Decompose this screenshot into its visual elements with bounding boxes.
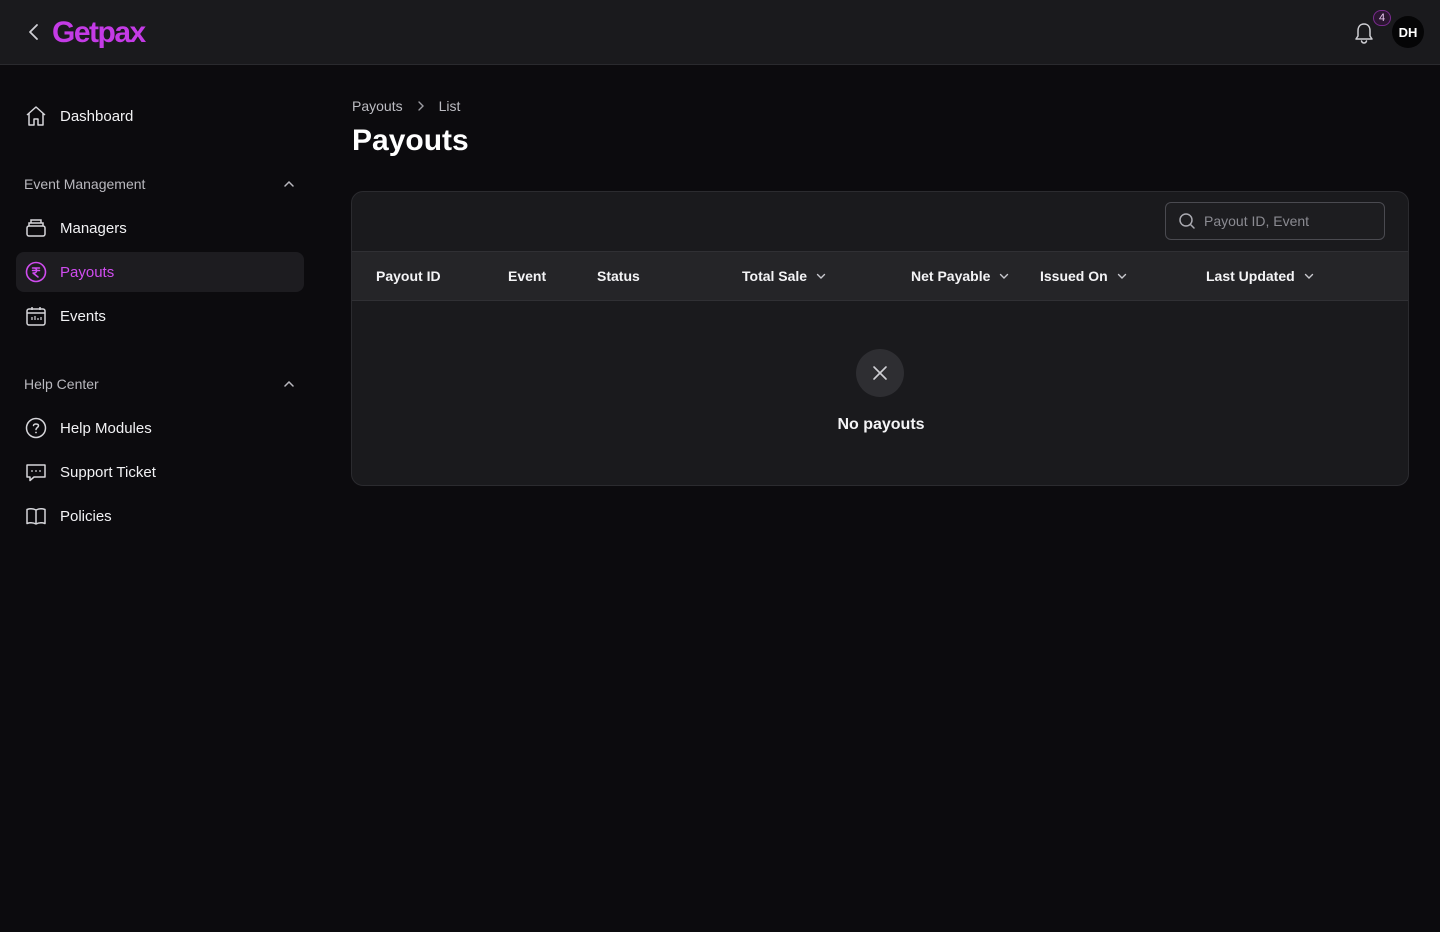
stack-icon (24, 216, 48, 240)
sidebar-item-managers[interactable]: Managers (16, 208, 304, 248)
sidebar-item-label: Managers (60, 219, 127, 237)
column-payout-id: Payout ID (376, 252, 441, 300)
column-label: Event (508, 268, 547, 284)
column-label: Last Updated (1206, 268, 1295, 284)
sidebar-item-label: Policies (60, 507, 112, 525)
column-status: Status (597, 252, 640, 300)
sidebar-item-label: Dashboard (60, 107, 134, 125)
book-icon (24, 504, 48, 528)
sidebar-item-label: Events (60, 307, 106, 325)
column-label: Status (597, 268, 640, 284)
column-net-payable[interactable]: Net Payable (911, 252, 1010, 300)
column-label: Payout ID (376, 268, 441, 284)
column-event: Event (508, 252, 546, 300)
search-icon (1179, 213, 1195, 229)
sidebar-item-policies[interactable]: Policies (16, 496, 304, 536)
question-circle-icon (24, 416, 48, 440)
home-icon (24, 104, 48, 128)
breadcrumb-link-payouts[interactable]: Payouts (352, 98, 403, 114)
sidebar-item-label: Payouts (60, 263, 115, 281)
chevron-down-icon (1116, 270, 1128, 282)
payouts-table-card: Payout ID Event Status Total Sale Net Pa… (351, 191, 1409, 486)
rupee-coin-icon (24, 260, 48, 284)
search-input[interactable] (1204, 213, 1374, 229)
sidebar: Dashboard Event Management Managers Payo… (0, 65, 320, 932)
sidebar-item-label: Support Ticket (60, 463, 156, 481)
breadcrumb: Payouts List (352, 96, 460, 116)
chevron-down-icon (1303, 270, 1315, 282)
column-label: Net Payable (911, 268, 991, 284)
chat-bubble-icon (24, 460, 48, 484)
column-issued-on[interactable]: Issued On (1040, 252, 1128, 300)
chevron-down-icon (998, 270, 1010, 282)
table-header: Payout ID Event Status Total Sale Net Pa… (352, 251, 1408, 301)
calendar-icon (24, 304, 48, 328)
column-total-sale[interactable]: Total Sale (742, 252, 827, 300)
notification-badge: 4 (1373, 10, 1391, 26)
chevron-up-icon (284, 380, 294, 387)
chevron-left-icon (29, 24, 38, 40)
back-button[interactable] (22, 20, 46, 44)
sidebar-item-events[interactable]: Events (16, 296, 304, 336)
section-event-management[interactable]: Event Management (24, 172, 296, 196)
column-last-updated[interactable]: Last Updated (1206, 252, 1315, 300)
svg-text:Getpax: Getpax (52, 16, 147, 49)
top-bar: Getpax 4 DH (0, 0, 1440, 65)
page-title: Payouts (352, 124, 469, 157)
column-label: Total Sale (742, 268, 808, 284)
getpax-logo[interactable]: Getpax (50, 14, 158, 50)
sidebar-item-support-ticket[interactable]: Support Ticket (16, 452, 304, 492)
sidebar-item-help-modules[interactable]: Help Modules (16, 408, 304, 448)
chevron-up-icon (284, 180, 294, 187)
section-title: Help Center (24, 376, 99, 392)
sidebar-item-dashboard[interactable]: Dashboard (16, 96, 304, 136)
close-icon (856, 349, 904, 397)
user-avatar[interactable]: DH (1392, 16, 1424, 48)
section-title: Event Management (24, 176, 146, 192)
column-label: Issued On (1040, 268, 1108, 284)
chevron-right-icon (415, 100, 427, 112)
bell-icon[interactable] (1351, 20, 1377, 46)
section-help-center[interactable]: Help Center (24, 372, 296, 396)
sidebar-item-payouts[interactable]: Payouts (16, 252, 304, 292)
sidebar-item-label: Help Modules (60, 419, 152, 437)
chevron-down-icon (815, 270, 827, 282)
search-box[interactable] (1165, 202, 1385, 240)
breadcrumb-current: List (438, 98, 461, 114)
empty-state-message: No payouts (837, 416, 925, 433)
